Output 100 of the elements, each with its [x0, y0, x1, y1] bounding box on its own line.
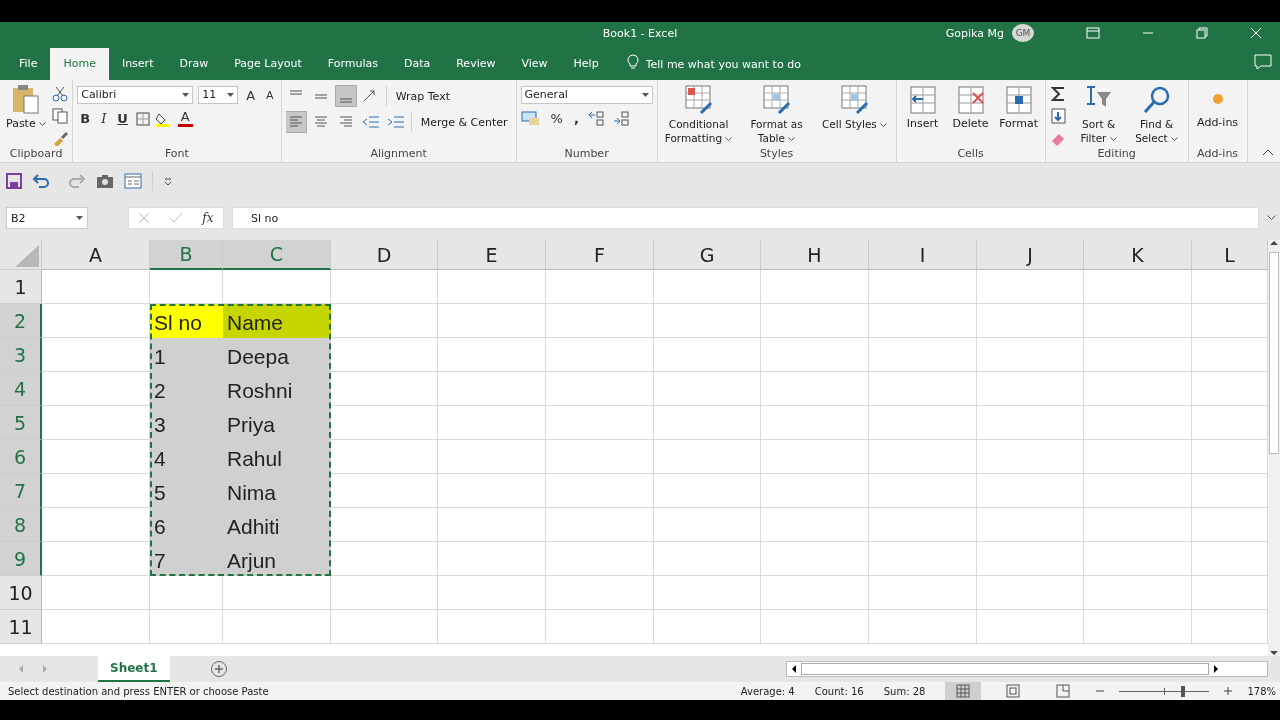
column-header[interactable]: D [331, 240, 438, 270]
row-header[interactable]: 7 [0, 474, 42, 508]
zoom-in-icon[interactable] [1223, 686, 1234, 696]
table-format-icon[interactable] [761, 84, 792, 114]
vertical-scrollbar[interactable] [1268, 240, 1280, 656]
ribbon-tab[interactable]: Review [443, 48, 509, 80]
scroll-left-icon[interactable] [791, 665, 797, 673]
column-header[interactable]: A [42, 240, 150, 270]
row-header[interactable]: 6 [0, 440, 42, 474]
row-header[interactable]: 11 [0, 610, 42, 644]
row-header[interactable]: 10 [0, 576, 42, 610]
ribbon-display-icon[interactable] [1086, 27, 1100, 39]
ribbon-tab[interactable]: Insert [108, 48, 167, 80]
merge-center-button[interactable]: Merge & Center [416, 115, 512, 129]
camera-icon[interactable] [96, 172, 114, 189]
column-header[interactable]: K [1084, 240, 1192, 270]
conditional-formatting-icon[interactable] [683, 84, 714, 114]
ribbon-tab[interactable]: Data [390, 48, 444, 80]
scroll-up-icon[interactable] [1270, 240, 1278, 246]
grid-view-icon[interactable] [945, 682, 982, 700]
zoom-slider-thumb[interactable] [1181, 686, 1186, 697]
zoom-slider[interactable] [1119, 686, 1210, 696]
caret-icon[interactable] [227, 92, 235, 98]
editing-button[interactable]: Sort & Filter [1071, 84, 1126, 145]
column-header[interactable]: E [438, 240, 546, 270]
styles-button[interactable]: Cell Styles [817, 84, 892, 131]
cells-button[interactable]: Format [996, 84, 1041, 131]
ribbon-tab[interactable]: Page Layout [221, 48, 315, 80]
tell-me-field[interactable]: Tell me what you want to do [645, 48, 946, 80]
font-color-button[interactable]: A [177, 110, 193, 127]
caret-icon[interactable] [1170, 136, 1178, 142]
row-header[interactable]: 5 [0, 406, 42, 440]
cell-styles-icon[interactable] [839, 84, 870, 114]
copy-icon[interactable] [52, 108, 69, 124]
caret-icon[interactable] [1109, 136, 1117, 142]
ribbon-tab[interactable]: Draw [166, 48, 222, 80]
caret-icon[interactable] [39, 121, 47, 127]
wrap-text-button[interactable]: Wrap Text [391, 89, 454, 103]
add-sheet-icon[interactable] [209, 660, 228, 678]
font-name-field[interactable]: Calibri [77, 86, 194, 104]
increase-indent-icon[interactable] [385, 114, 406, 130]
row-header[interactable]: 4 [0, 372, 42, 406]
formula-field[interactable]: Sl no [232, 207, 1259, 229]
paste-button[interactable]: Paste [4, 84, 49, 131]
row-header[interactable]: 1 [0, 270, 42, 304]
user-avatar[interactable]: GM [1012, 24, 1034, 42]
ribbon-tab[interactable]: Help [560, 48, 612, 80]
font-size-field[interactable]: 11 [198, 86, 239, 104]
caret-icon[interactable] [725, 136, 733, 142]
expand-icon[interactable] [1267, 215, 1276, 221]
row-header[interactable]: 9 [0, 542, 42, 576]
row-header[interactable]: 8 [0, 508, 42, 542]
restore-icon[interactable] [1196, 27, 1208, 39]
column-header[interactable]: B [150, 240, 223, 270]
caret-icon[interactable] [641, 92, 649, 98]
styles-button[interactable]: Format as Table [739, 84, 814, 145]
caret-icon[interactable] [788, 136, 796, 142]
insert-function-button[interactable]: fx [202, 211, 214, 225]
column-header[interactable]: J [977, 240, 1084, 270]
shrink-font-button[interactable]: A [263, 88, 277, 102]
ribbon-tab[interactable]: Formulas [314, 48, 391, 80]
underline-button[interactable]: U [114, 111, 131, 126]
save-icon[interactable] [6, 172, 22, 189]
column-header[interactable]: G [654, 240, 761, 270]
horizontal-align-icon[interactable] [285, 112, 306, 132]
add-ins-button[interactable]: Add-ins [1192, 84, 1243, 130]
caret-icon[interactable] [182, 92, 190, 98]
bold-button[interactable]: B [77, 111, 94, 126]
clipboard-icon[interactable] [11, 84, 42, 114]
column-header[interactable]: H [761, 240, 869, 270]
row-header[interactable]: 3 [0, 338, 42, 372]
user-name[interactable]: Gopika Mg [945, 26, 1004, 40]
caret-icon[interactable] [76, 215, 83, 221]
form-icon[interactable] [124, 172, 142, 189]
caret-icon[interactable] [880, 122, 888, 128]
fill-down-icon[interactable] [1049, 108, 1068, 124]
column-header[interactable]: F [546, 240, 654, 270]
column-header[interactable]: L [1192, 240, 1268, 270]
close-icon[interactable] [1250, 27, 1262, 39]
zoom-level[interactable]: 178% [1247, 685, 1276, 697]
comma-button[interactable]: , [570, 110, 582, 126]
ribbon-tab[interactable]: View [508, 48, 561, 80]
row-header[interactable]: 2 [0, 304, 42, 338]
cells-button[interactable]: Insert [900, 84, 945, 131]
comment-icon[interactable] [1254, 54, 1272, 70]
horizontal-scrollbar[interactable] [786, 661, 1268, 677]
grow-font-button[interactable]: A [243, 87, 259, 103]
increase-decimal-icon[interactable] [586, 110, 607, 126]
column-header[interactable]: I [869, 240, 977, 270]
editing-button[interactable]: Find & Select [1129, 84, 1184, 145]
scroll-right-icon[interactable] [1213, 665, 1219, 673]
styles-button[interactable]: Conditional Formatting [661, 84, 736, 145]
ribbon-tab[interactable]: Home [50, 48, 109, 80]
lightbulb-icon[interactable] [625, 54, 640, 70]
sheet-tab[interactable]: Sheet1 [98, 656, 170, 682]
ribbon-tab[interactable]: File [6, 48, 51, 80]
italic-button[interactable]: I [98, 111, 110, 126]
column-header[interactable]: C [223, 240, 331, 270]
decrease-decimal-icon[interactable] [611, 110, 632, 126]
borders-icon[interactable] [135, 110, 150, 127]
